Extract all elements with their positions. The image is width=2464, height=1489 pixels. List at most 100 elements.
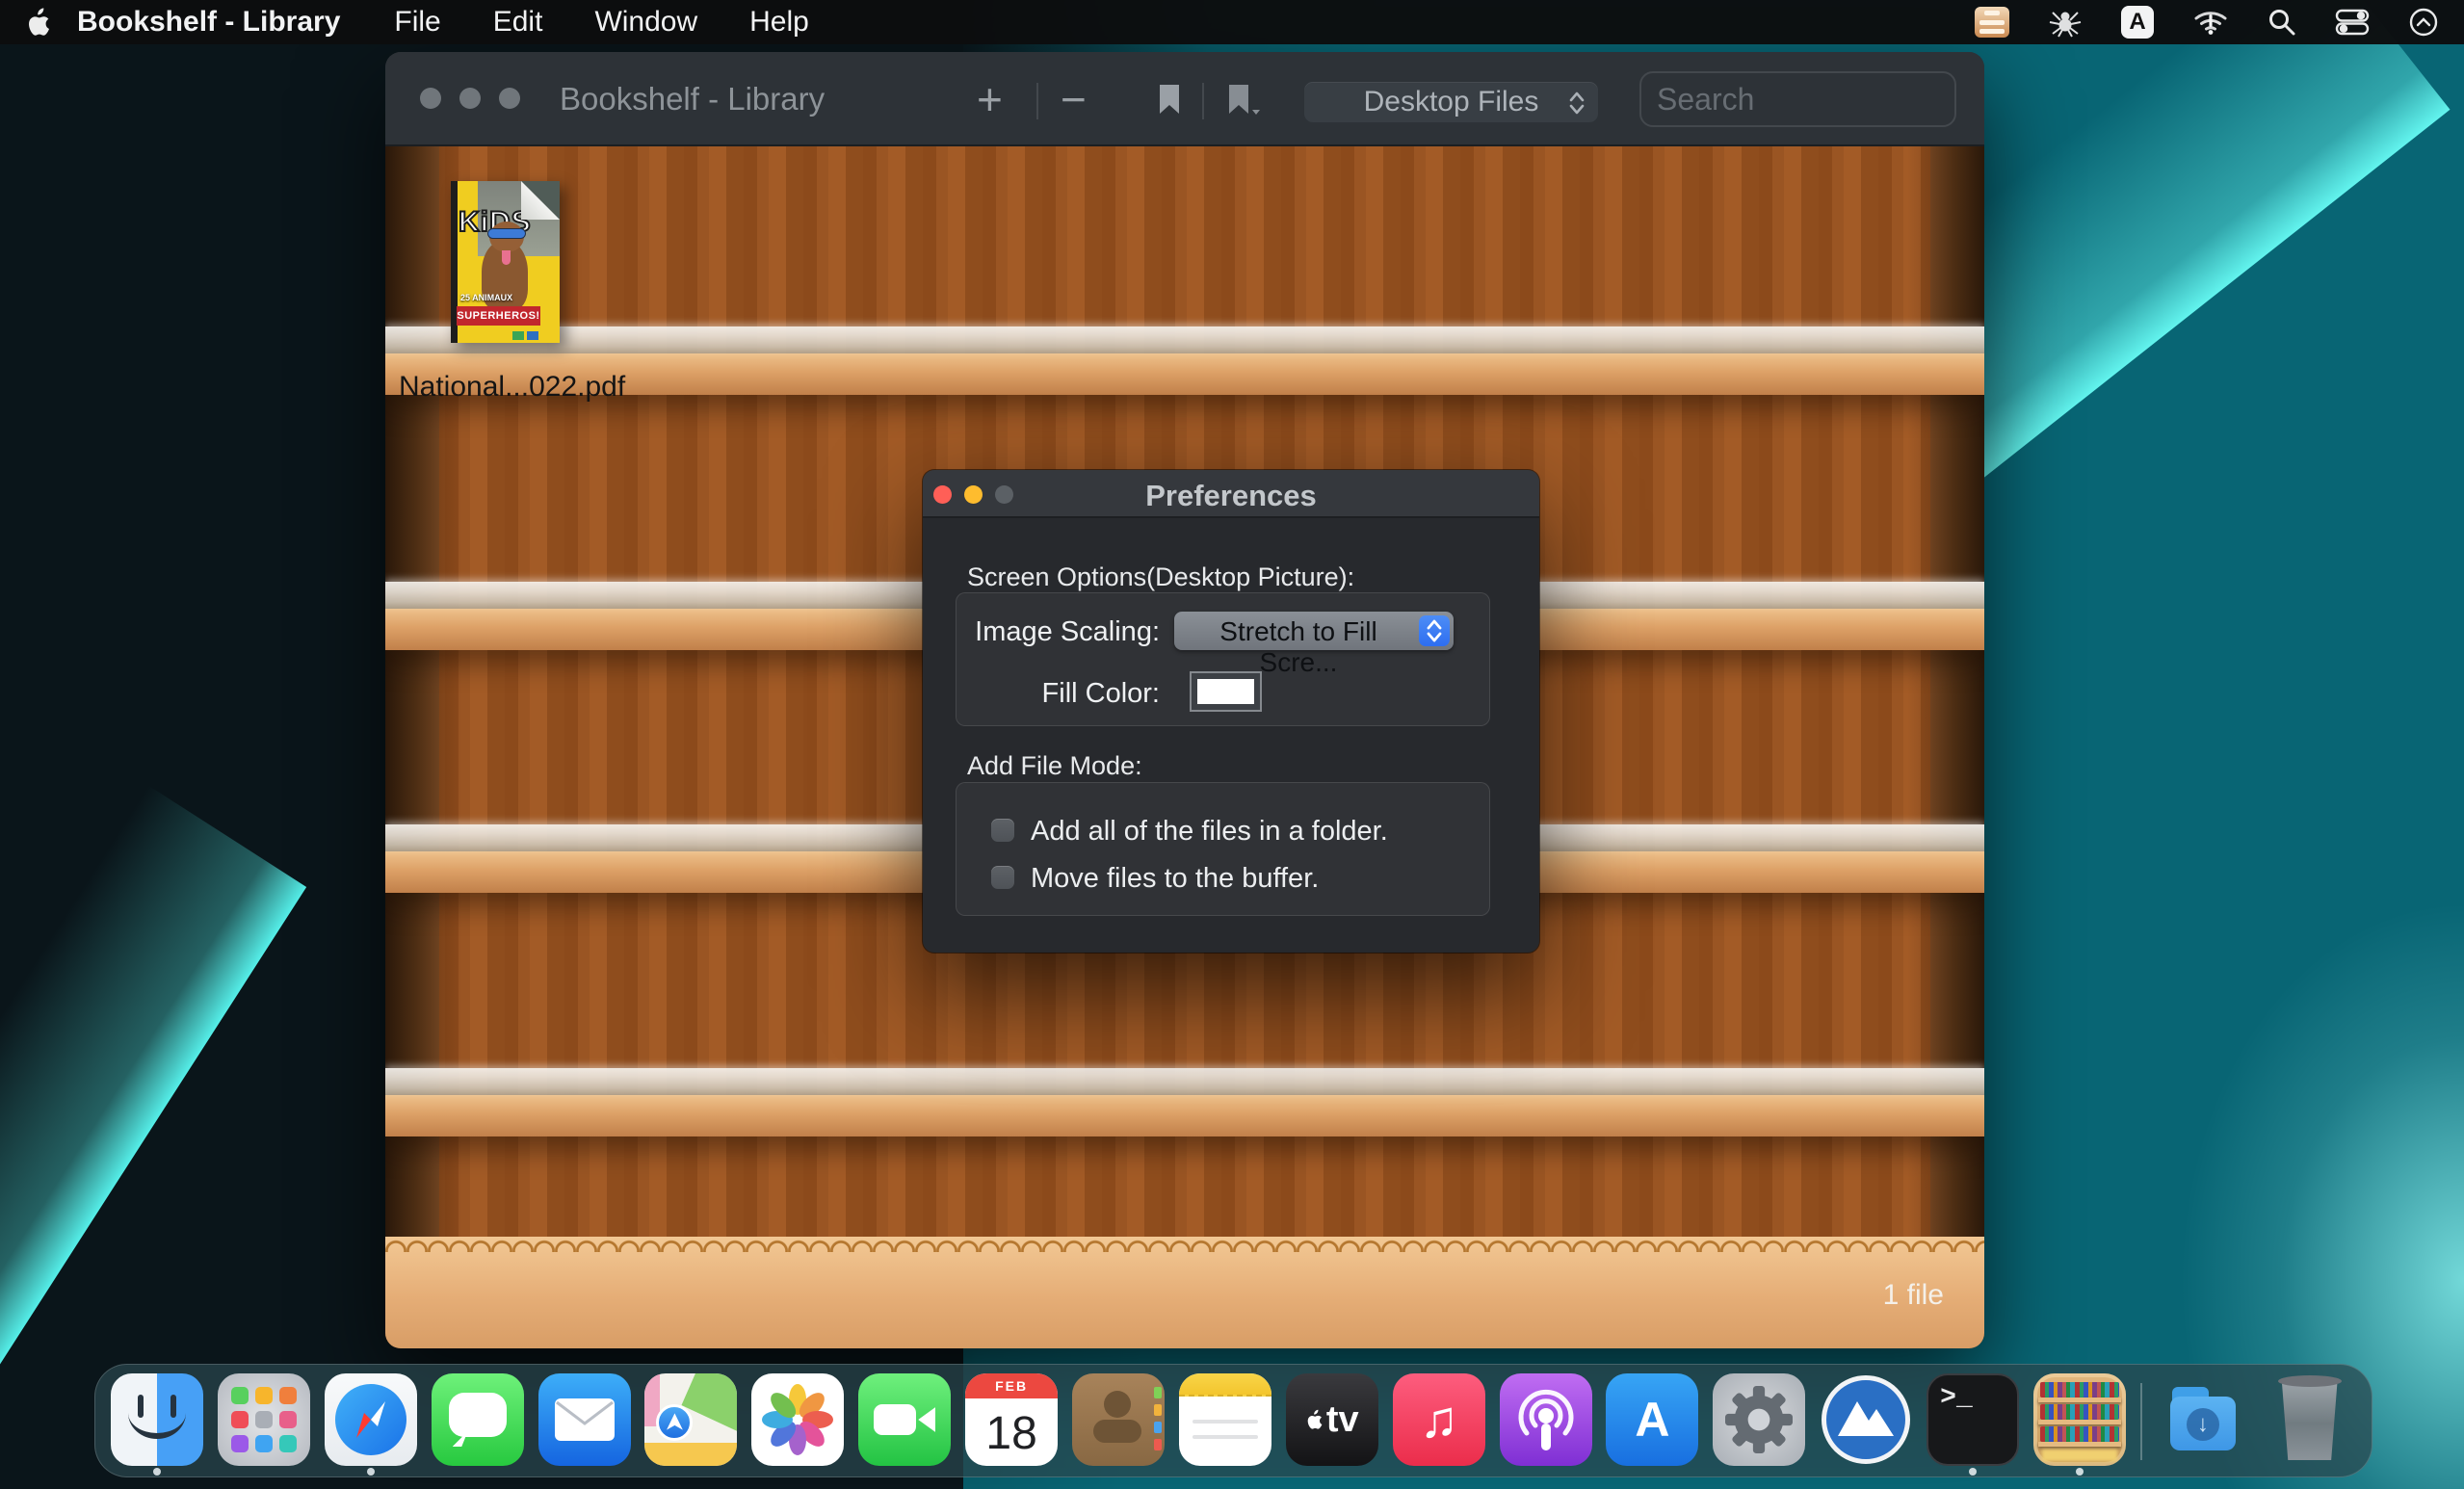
base-stitching xyxy=(385,1237,1984,1252)
messages-icon xyxy=(432,1373,524,1466)
menu-bar-left: Bookshelf - Library File Edit Window Hel… xyxy=(0,6,861,39)
spider-icon[interactable] xyxy=(2048,7,2083,38)
notes-icon xyxy=(1179,1373,1271,1466)
fill-color-well[interactable] xyxy=(1190,671,1262,712)
dock-item-music[interactable]: ♫ xyxy=(1393,1373,1485,1470)
remove-file-button[interactable]: − xyxy=(1061,73,1087,125)
screen-options-section-label: Screen Options(Desktop Picture): xyxy=(967,562,1354,592)
popup-stepper-icon xyxy=(1419,615,1450,646)
fill-color-label: Fill Color: xyxy=(961,678,1160,710)
menu-file[interactable]: File xyxy=(394,6,440,39)
dialog-titlebar[interactable]: Preferences xyxy=(923,470,1539,518)
dock-item-contacts[interactable] xyxy=(1072,1373,1165,1470)
bookmark-menu-icon[interactable] xyxy=(1225,83,1264,118)
maps-icon xyxy=(644,1373,737,1466)
apple-tv-icon: tv xyxy=(1286,1373,1378,1466)
zoom-button[interactable] xyxy=(499,88,520,109)
dock-item-calendar[interactable]: FEB 18 xyxy=(965,1373,1058,1470)
wifi-alert-icon[interactable] xyxy=(2192,7,2229,38)
dock-item-finder[interactable] xyxy=(111,1373,203,1470)
dock-item-downloads[interactable]: ↓ xyxy=(2157,1373,2249,1470)
dock-item-facetime[interactable] xyxy=(858,1373,951,1470)
terminal-prompt-glyph: >_ xyxy=(1940,1383,1973,1413)
shelf-board xyxy=(385,1068,1984,1136)
mountain-app-icon xyxy=(1822,1375,1910,1464)
add-file-mode-groupbox xyxy=(956,782,1490,916)
move-files-buffer-label: Move files to the buffer. xyxy=(1031,863,1319,895)
file-count-status: 1 file xyxy=(1883,1279,1944,1312)
dock-item-messages[interactable] xyxy=(432,1373,524,1470)
cover-banner-text: SUPERHEROS! xyxy=(457,310,539,322)
fill-color-swatch xyxy=(1197,679,1254,704)
add-file-button[interactable]: + xyxy=(977,73,1003,125)
dock-item-bookshelf[interactable] xyxy=(2033,1373,2126,1470)
calendar-day: 18 xyxy=(965,1400,1058,1466)
collection-popup[interactable]: Desktop Files xyxy=(1304,82,1598,122)
running-indicator xyxy=(1969,1468,1977,1476)
dock-item-photos[interactable] xyxy=(751,1373,844,1470)
collection-popup-value: Desktop Files xyxy=(1364,86,1539,118)
search-field[interactable] xyxy=(1639,71,1956,127)
pdf-file-thumbnail[interactable]: KiDS 25 ANIMAUX SUPERHEROS! xyxy=(451,181,560,343)
calendar-icon: FEB 18 xyxy=(965,1373,1058,1466)
contacts-icon xyxy=(1072,1373,1165,1466)
dock-item-system-settings[interactable] xyxy=(1713,1373,1805,1470)
cover-dog-tongue xyxy=(502,250,511,265)
dock-item-terminal[interactable]: >_ xyxy=(1927,1373,2019,1470)
dock-item-safari[interactable] xyxy=(325,1373,417,1470)
cover-top-line: 25 ANIMAUX xyxy=(460,293,512,302)
dock-item-launchpad[interactable] xyxy=(218,1373,310,1470)
menu-help[interactable]: Help xyxy=(749,6,809,39)
move-files-buffer-checkbox[interactable] xyxy=(991,866,1014,889)
spotlight-icon[interactable] xyxy=(2267,8,2296,37)
dock-item-mail[interactable] xyxy=(538,1373,631,1470)
menu-edit[interactable]: Edit xyxy=(493,6,543,39)
window-traffic-lights xyxy=(420,88,520,109)
dock-item-app-cleaner[interactable] xyxy=(1820,1373,1912,1470)
facetime-icon xyxy=(858,1373,951,1466)
bookshelf-menubar-icon[interactable] xyxy=(1975,7,2009,38)
cover-dog-goggles xyxy=(487,228,526,239)
finder-icon xyxy=(111,1373,203,1466)
image-scaling-label: Image Scaling: xyxy=(961,616,1160,648)
menu-bar-status-area: A xyxy=(1975,6,2464,39)
cover-banner: SUPERHEROS! xyxy=(457,306,540,326)
podcasts-icon xyxy=(1500,1373,1592,1466)
add-all-files-checkbox[interactable] xyxy=(991,819,1014,842)
window-titlebar[interactable]: Bookshelf - Library + − Desktop Files xyxy=(385,52,1984,146)
safari-icon xyxy=(325,1373,417,1466)
minimize-button[interactable] xyxy=(459,88,481,109)
window-title: Bookshelf - Library xyxy=(560,81,825,118)
image-scaling-value: Stretch to Fill Scre... xyxy=(1184,616,1413,678)
menubar-extras-icon[interactable] xyxy=(2408,7,2439,38)
desktop: Bookshelf - Library File Edit Window Hel… xyxy=(0,0,2464,1489)
image-scaling-popup[interactable]: Stretch to Fill Scre... xyxy=(1174,612,1454,650)
close-button[interactable] xyxy=(420,88,441,109)
trash-icon xyxy=(2278,1379,2342,1460)
popup-chevrons-icon xyxy=(1565,89,1588,118)
dock-item-app-store[interactable]: A xyxy=(1606,1373,1698,1470)
file-name-label[interactable]: National...022.pdf xyxy=(399,371,611,404)
bookmark-icon[interactable] xyxy=(1156,83,1183,116)
calendar-month: FEB xyxy=(965,1373,1058,1398)
input-source-icon[interactable]: A xyxy=(2121,6,2154,39)
mail-icon xyxy=(538,1373,631,1466)
menu-bar: Bookshelf - Library File Edit Window Hel… xyxy=(0,0,2464,44)
active-app-menu[interactable]: Bookshelf - Library xyxy=(77,6,340,39)
dock-item-maps[interactable] xyxy=(644,1373,737,1470)
apple-menu-icon[interactable] xyxy=(25,8,50,37)
music-note-glyph: ♫ xyxy=(1419,1390,1458,1450)
terminal-icon: >_ xyxy=(1927,1373,2019,1466)
dock-item-apple-tv[interactable]: tv xyxy=(1286,1373,1378,1470)
menu-window[interactable]: Window xyxy=(594,6,697,39)
launchpad-icon xyxy=(218,1373,310,1466)
control-center-icon[interactable] xyxy=(2335,9,2370,36)
dock-item-podcasts[interactable] xyxy=(1500,1373,1592,1470)
add-file-mode-section-label: Add File Mode: xyxy=(967,751,1142,781)
app-store-letter: A xyxy=(1635,1392,1669,1448)
toolbar-separator xyxy=(1036,83,1038,119)
search-input[interactable] xyxy=(1655,81,1984,118)
dock-item-notes[interactable] xyxy=(1179,1373,1271,1470)
page-curl xyxy=(521,181,560,220)
dock-item-trash[interactable] xyxy=(2264,1373,2356,1470)
